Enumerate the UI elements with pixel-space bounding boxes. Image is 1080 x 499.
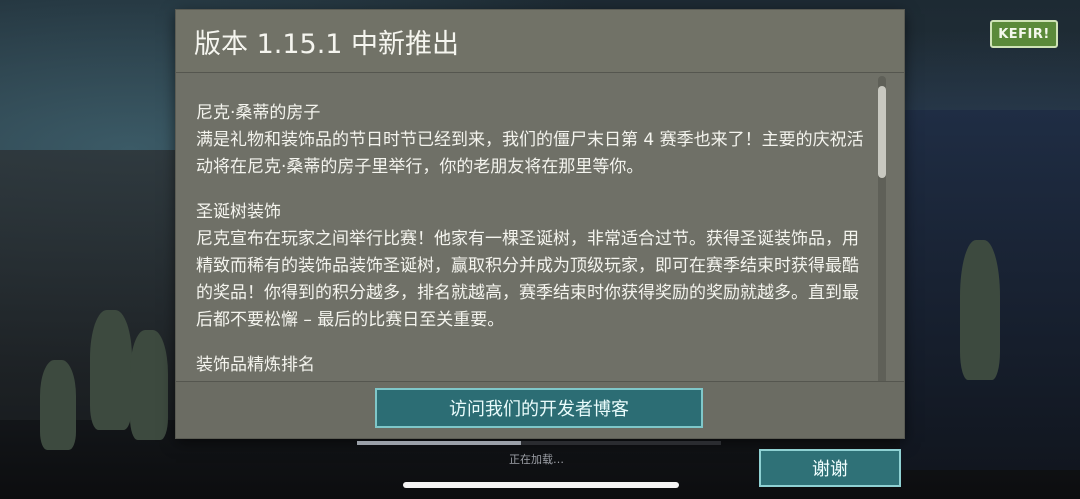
news-section: 圣诞树装饰 尼克宣布在玩家之间举行比赛！他家有一棵圣诞树，非常适合过节。获得圣诞… bbox=[196, 199, 878, 334]
news-section: 装饰品精炼排名 bbox=[196, 352, 878, 379]
section-title: 尼克·桑蒂的房子 bbox=[196, 103, 321, 123]
dialog-header: 版本 1.15.1 中新推出 bbox=[176, 10, 904, 73]
zombie-figure bbox=[130, 330, 168, 440]
section-title: 圣诞树装饰 bbox=[196, 202, 281, 222]
zombie-figure bbox=[960, 240, 1000, 380]
dialog-footer: 访问我们的开发者博客 bbox=[176, 381, 904, 438]
dialog-content[interactable]: 尼克·桑蒂的房子 满是礼物和装饰品的节日时节已经到来，我们的僵尸末日第 4 赛季… bbox=[176, 74, 878, 392]
kefir-logo: KEFIR! bbox=[990, 20, 1058, 48]
thanks-button[interactable]: 谢谢 bbox=[759, 449, 901, 487]
loading-text: 正在加载… bbox=[509, 453, 564, 466]
section-body: 尼克宣布在玩家之间举行比赛！他家有一棵圣诞树，非常适合过节。获得圣诞装饰品，用精… bbox=[196, 229, 859, 330]
scrollbar-thumb[interactable] bbox=[878, 86, 886, 178]
update-dialog: 版本 1.15.1 中新推出 尼克·桑蒂的房子 满是礼物和装饰品的节日时节已经到… bbox=[176, 10, 904, 438]
section-title: 装饰品精炼排名 bbox=[196, 355, 315, 375]
loading-progress-bar bbox=[357, 441, 721, 445]
loading-progress-fill bbox=[357, 441, 521, 445]
zombie-figure bbox=[90, 310, 132, 430]
dialog-title: 版本 1.15.1 中新推出 bbox=[194, 28, 460, 60]
section-body: 满是礼物和装饰品的节日时节已经到来，我们的僵尸末日第 4 赛季也来了！主要的庆祝… bbox=[196, 130, 864, 177]
home-indicator[interactable] bbox=[403, 482, 679, 488]
developer-blog-button[interactable]: 访问我们的开发者博客 bbox=[375, 388, 703, 428]
content-scrollbar[interactable] bbox=[878, 76, 886, 390]
news-section: 尼克·桑蒂的房子 满是礼物和装饰品的节日时节已经到来，我们的僵尸末日第 4 赛季… bbox=[196, 100, 878, 181]
zombie-figure bbox=[40, 360, 76, 450]
